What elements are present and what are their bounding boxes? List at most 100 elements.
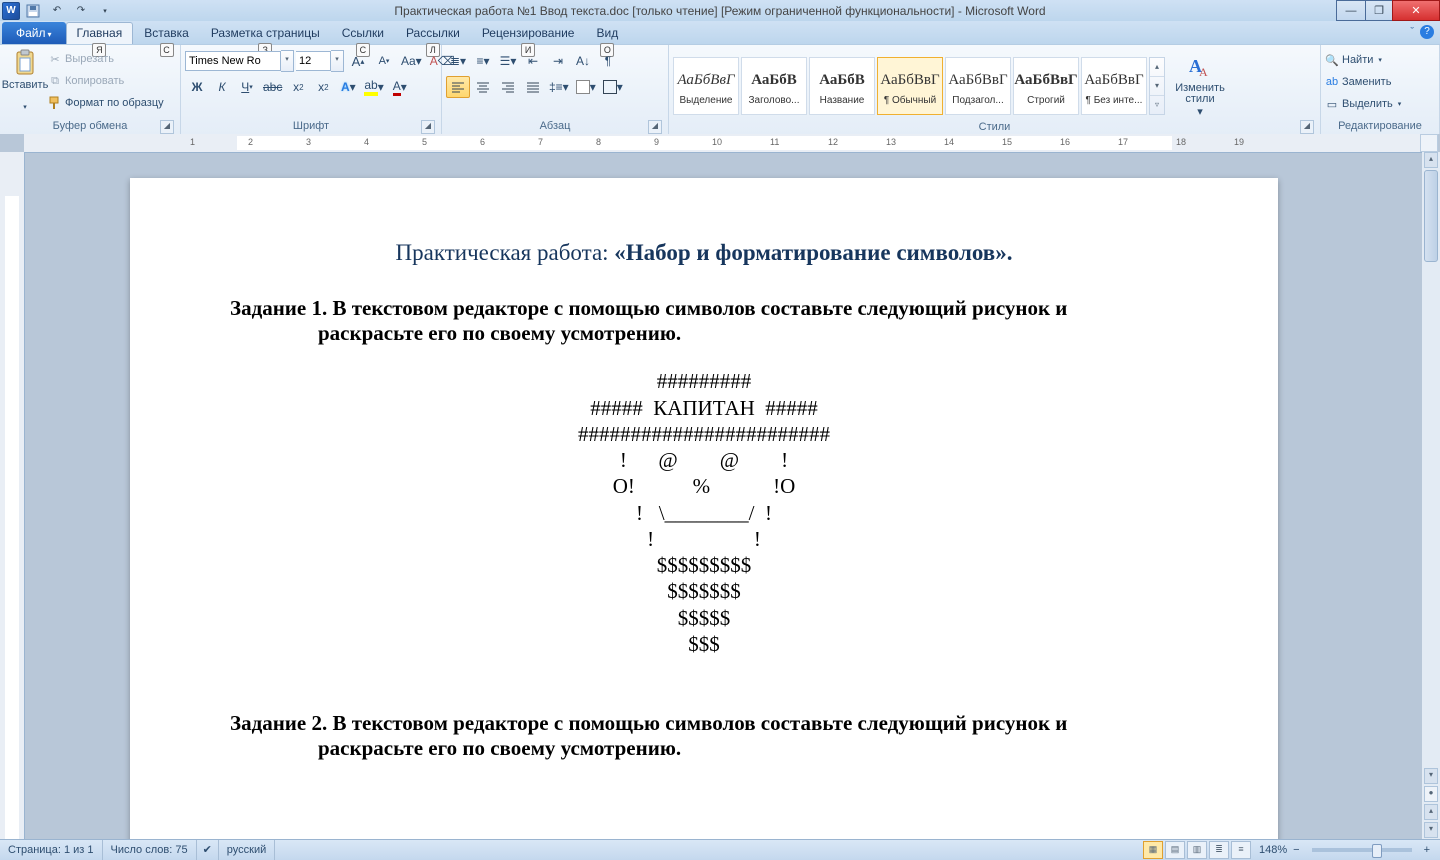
zoom-slider[interactable] bbox=[1312, 848, 1412, 852]
view-draft[interactable]: ≡ bbox=[1231, 841, 1251, 859]
font-size-combo[interactable]: ▾ bbox=[296, 50, 344, 72]
grow-font-button[interactable]: A▴ bbox=[346, 50, 370, 72]
task2: Задание 2. В текстовом редакторе с помощ… bbox=[230, 711, 1178, 761]
view-web[interactable]: ▥ bbox=[1187, 841, 1207, 859]
bullets-button[interactable]: ≣▾ bbox=[446, 50, 470, 72]
group-label-editing: Редактирование bbox=[1338, 120, 1422, 132]
ruler-toggle[interactable] bbox=[1420, 134, 1438, 152]
find-button[interactable]: 🔍Найти▾ bbox=[1325, 50, 1382, 70]
style-¶ Без инте...[interactable]: АаБбВвГ¶ Без инте... bbox=[1081, 57, 1147, 115]
view-print-layout[interactable]: ▦ bbox=[1143, 841, 1163, 859]
increase-indent-button[interactable]: ⇥ bbox=[546, 50, 570, 72]
document-area: 12345678910111213141516171819 ▴ ▾ ● ▴ ▾ … bbox=[0, 134, 1440, 840]
page[interactable]: Практическая работа: «Набор и форматиров… bbox=[130, 178, 1278, 840]
shrink-font-button[interactable]: A▾ bbox=[372, 50, 396, 72]
sort-button[interactable]: A↓ bbox=[571, 50, 595, 72]
line-spacing-button[interactable]: ‡≡▾ bbox=[546, 76, 572, 98]
qat-customize[interactable]: ▾ bbox=[94, 1, 116, 21]
align-left-button[interactable] bbox=[446, 76, 470, 98]
tab-Главная[interactable]: ГлавнаяЯ bbox=[66, 22, 134, 44]
qat-undo[interactable]: ↶ bbox=[46, 1, 68, 21]
page-content[interactable]: Практическая работа: «Набор и форматиров… bbox=[130, 178, 1278, 762]
align-right-button[interactable] bbox=[496, 76, 520, 98]
text-effects-button[interactable]: A▾ bbox=[336, 76, 360, 98]
numbering-button[interactable]: ≡▾ bbox=[471, 50, 495, 72]
font-launcher[interactable]: ◢ bbox=[421, 120, 435, 134]
tab-Рецензирование[interactable]: РецензированиеИ bbox=[471, 22, 586, 44]
decrease-indent-button[interactable]: ⇤ bbox=[521, 50, 545, 72]
tab-Разметка страницы[interactable]: Разметка страницыЗ bbox=[200, 22, 331, 44]
subscript-button[interactable]: x2 bbox=[286, 76, 310, 98]
tab-Вставка[interactable]: ВставкаС bbox=[133, 22, 200, 44]
change-styles-button[interactable]: AA Изменить стили▾ bbox=[1171, 51, 1229, 120]
minimize-button[interactable]: — bbox=[1336, 0, 1366, 21]
styles-launcher[interactable]: ◢ bbox=[1300, 120, 1314, 134]
ribbon: Вставить▾ ✂Вырезать ⧉Копировать Формат п… bbox=[0, 44, 1440, 136]
zoom-in-button[interactable]: + bbox=[1420, 844, 1434, 856]
tab-Ссылки[interactable]: СсылкиС bbox=[331, 22, 395, 44]
align-justify-button[interactable] bbox=[521, 76, 545, 98]
style-Выделение[interactable]: АаБбВвГВыделение bbox=[673, 57, 739, 115]
style-Подзагол...[interactable]: АаБбВвГПодзагол... bbox=[945, 57, 1011, 115]
status-proof-icon[interactable]: ✔ bbox=[197, 840, 219, 860]
select-button[interactable]: ▭Выделить▾ bbox=[1325, 94, 1401, 114]
vertical-scrollbar[interactable]: ▴ ▾ ● ▴ ▾ bbox=[1422, 152, 1440, 840]
status-language[interactable]: русский bbox=[219, 840, 275, 860]
styles-more[interactable]: ▴▾▿ bbox=[1149, 57, 1165, 115]
zoom-level[interactable]: 148% bbox=[1259, 844, 1287, 856]
doc-title: Практическая работа: «Набор и форматиров… bbox=[230, 240, 1178, 266]
qat-save[interactable] bbox=[22, 1, 44, 21]
font-name-combo[interactable]: ▾ bbox=[185, 50, 294, 72]
change-case-button[interactable]: Aa▾ bbox=[398, 50, 425, 72]
superscript-button[interactable]: x2 bbox=[311, 76, 335, 98]
qat-redo[interactable]: ↷ bbox=[70, 1, 92, 21]
replace-button[interactable]: abЗаменить bbox=[1325, 72, 1391, 92]
maximize-button[interactable]: ❐ bbox=[1365, 0, 1393, 21]
task1: Задание 1. В текстовом редакторе с помощ… bbox=[230, 296, 1178, 346]
paragraph-launcher[interactable]: ◢ bbox=[648, 120, 662, 134]
bold-button[interactable]: Ж bbox=[185, 76, 209, 98]
style-Название[interactable]: АаБбВНазвание bbox=[809, 57, 875, 115]
view-fullscreen[interactable]: ▤ bbox=[1165, 841, 1185, 859]
file-tab[interactable]: Файл▾ bbox=[2, 22, 66, 44]
zoom-out-button[interactable]: − bbox=[1289, 844, 1303, 856]
group-paragraph: ≣▾ ≡▾ ☰▾ ⇤ ⇥ A↓ ¶ ‡≡▾ ▾ ▾ Абзац ◢ bbox=[442, 45, 669, 135]
window-controls: — ❐ ✕ bbox=[1337, 0, 1440, 21]
close-button[interactable]: ✕ bbox=[1392, 0, 1440, 21]
quick-access-toolbar: W ↶ ↷ ▾ bbox=[0, 1, 116, 21]
strike-button[interactable]: abc bbox=[260, 76, 285, 98]
tab-Вид[interactable]: ВидО bbox=[585, 22, 629, 44]
paste-button[interactable]: Вставить▾ bbox=[4, 47, 46, 113]
group-label-paragraph: Абзац bbox=[540, 120, 571, 132]
align-center-button[interactable] bbox=[471, 76, 495, 98]
title-bar: W ↶ ↷ ▾ Практическая работа №1 Ввод текс… bbox=[0, 0, 1440, 21]
ribbon-tabs: Файл▾ ГлавнаяЯВставкаСРазметка страницыЗ… bbox=[0, 21, 1440, 44]
font-color-button[interactable]: A▾ bbox=[388, 76, 412, 98]
style-¶ Обычный[interactable]: АаБбВвГ¶ Обычный bbox=[877, 57, 943, 115]
scrollbar-thumb[interactable] bbox=[1424, 170, 1438, 262]
tab-Рассылки[interactable]: РассылкиЛ bbox=[395, 22, 471, 44]
show-marks-button[interactable]: ¶ bbox=[596, 50, 620, 72]
borders-button[interactable]: ▾ bbox=[600, 76, 626, 98]
group-styles: АаБбВвГВыделениеАаБбВЗаголово...АаБбВНаз… bbox=[669, 45, 1321, 135]
clipboard-launcher[interactable]: ◢ bbox=[160, 120, 174, 134]
group-label-clipboard: Буфер обмена bbox=[53, 120, 128, 132]
shading-button[interactable]: ▾ bbox=[573, 76, 599, 98]
italic-button[interactable]: К bbox=[210, 76, 234, 98]
multilevel-button[interactable]: ☰▾ bbox=[496, 50, 520, 72]
status-words[interactable]: Число слов: 75 bbox=[103, 840, 197, 860]
ribbon-minimize-icon[interactable]: ˇ bbox=[1410, 26, 1414, 38]
group-label-styles: Стили bbox=[979, 121, 1011, 133]
underline-button[interactable]: Ч▾ bbox=[235, 76, 259, 98]
style-Заголово...[interactable]: АаБбВЗаголово... bbox=[741, 57, 807, 115]
help-icon[interactable]: ? bbox=[1420, 25, 1434, 39]
style-Строгий[interactable]: АаБбВвГСтрогий bbox=[1013, 57, 1079, 115]
format-painter-button[interactable]: Формат по образцу bbox=[48, 93, 164, 113]
view-outline[interactable]: ≣ bbox=[1209, 841, 1229, 859]
word-icon[interactable]: W bbox=[2, 2, 20, 20]
vertical-ruler[interactable] bbox=[0, 152, 25, 840]
horizontal-ruler[interactable]: 12345678910111213141516171819 bbox=[24, 134, 1422, 153]
svg-text:A: A bbox=[1199, 65, 1208, 79]
status-page[interactable]: Страница: 1 из 1 bbox=[0, 840, 103, 860]
highlight-button[interactable]: ab▾ bbox=[361, 76, 386, 98]
